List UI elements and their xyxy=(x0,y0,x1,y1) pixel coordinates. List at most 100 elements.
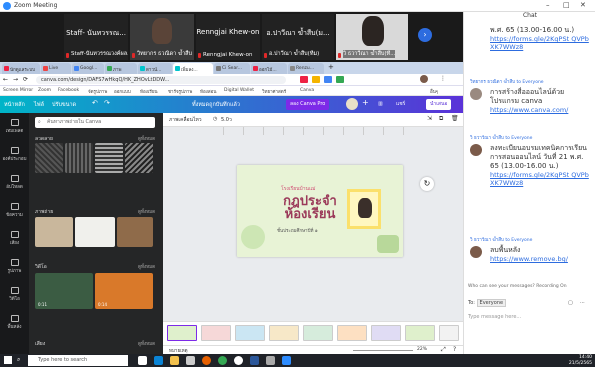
extension-icon[interactable] xyxy=(336,76,344,83)
store-icon[interactable] xyxy=(186,356,195,365)
zoom-level[interactable]: 22% xyxy=(417,347,427,352)
sidebar-item-videos[interactable]: วิดีโอ xyxy=(0,287,29,302)
add-icon[interactable]: + xyxy=(362,98,369,107)
browser-tab[interactable]: Ci Sear... xyxy=(214,63,250,74)
zoom-slider[interactable] xyxy=(353,350,413,351)
animate-button[interactable]: ภาพเคลื่อนไหว xyxy=(169,116,202,124)
page-thumbnail[interactable] xyxy=(167,325,197,341)
profile-avatar[interactable] xyxy=(420,75,428,83)
page-thumbnail[interactable] xyxy=(303,325,333,341)
bookmark[interactable]: ชาร์จรูปภาพ xyxy=(168,88,192,95)
bookmark[interactable]: Facebook xyxy=(58,88,79,93)
file-explorer-icon[interactable] xyxy=(170,356,179,365)
page-thumbnail[interactable] xyxy=(439,325,459,341)
sidebar-item-text[interactable]: ข้อความ xyxy=(0,203,29,218)
refresh-icon[interactable]: ↻ xyxy=(420,177,434,191)
bookmark[interactable]: อื่นๆ xyxy=(430,88,438,95)
pattern-thumbnail[interactable] xyxy=(95,143,123,173)
slide-subtitle[interactable]: โรงเรียนบ้านแม่ xyxy=(281,185,315,193)
more-icon[interactable]: ⋯ xyxy=(580,300,585,306)
clock[interactable]: 14:40 21/5/2565 xyxy=(569,355,592,366)
bookmark[interactable]: วิทยาศาสตร์ xyxy=(262,88,286,95)
search-icon[interactable]: ⌕ xyxy=(17,356,20,364)
browser-tab-active[interactable]: เพิ่มลง... xyxy=(173,63,213,74)
home-link[interactable]: หน้าหลัก xyxy=(4,101,25,109)
bookmark[interactable]: Zoom xyxy=(38,88,51,93)
task-view-icon[interactable] xyxy=(138,356,147,365)
redo-icon[interactable]: ↷ xyxy=(104,99,110,107)
bookmark[interactable]: Screen Mirror xyxy=(3,88,33,93)
chrome-icon[interactable] xyxy=(218,356,227,365)
notes-button[interactable]: หมายเหตุ xyxy=(169,347,188,354)
panel-search-input[interactable]: ค้นหาภาพถ่ายใน Canva xyxy=(35,117,155,128)
app-icon[interactable] xyxy=(266,356,275,365)
duration-value[interactable]: 5.0ว xyxy=(221,116,232,124)
new-tab-icon[interactable]: + xyxy=(328,63,334,71)
slide-footer-text[interactable]: ชั้นประถมศึกษาปีที่ ๑ xyxy=(277,227,318,234)
extension-icon[interactable] xyxy=(324,76,332,83)
bookmark[interactable]: Canva xyxy=(300,88,314,93)
minimize-icon[interactable]: – xyxy=(546,1,550,9)
video-tile[interactable]: Renngjai Khew-on Renngjai Khew-on xyxy=(196,14,260,60)
photo-thumbnail[interactable] xyxy=(35,217,73,247)
photo-thumbnail[interactable] xyxy=(117,217,153,247)
page-thumbnail[interactable] xyxy=(405,325,435,341)
see-all-link[interactable]: ดูทั้งหมด xyxy=(138,340,155,347)
sidebar-item-photos[interactable]: รูปภาพ xyxy=(0,259,29,274)
page-thumbnail[interactable] xyxy=(201,325,231,341)
privacy-notice[interactable]: Who can see your messages? Recording On xyxy=(468,284,567,289)
timer-icon[interactable]: ◷ xyxy=(213,116,217,122)
browser-tab[interactable]: Live xyxy=(41,63,71,74)
message-link[interactable]: https://www.remove.bg/ xyxy=(490,255,590,263)
help-icon[interactable]: ? xyxy=(453,346,456,353)
resize-menu[interactable]: ปรับขนาด xyxy=(52,101,76,109)
file-icon[interactable]: ▢ xyxy=(568,300,573,306)
browser-tab[interactable]: ออกไม้... xyxy=(251,63,287,74)
message-link[interactable]: https://forms.gle/2KgPSt QVPbXK7WWz8 xyxy=(490,171,590,187)
menu-icon[interactable]: ⋮ xyxy=(440,75,446,82)
sidebar-item-uploads[interactable]: อัปโหลด xyxy=(0,175,29,190)
pattern-thumbnail[interactable] xyxy=(65,143,93,173)
lock-icon[interactable]: ⇲ xyxy=(427,115,432,122)
browser-tab[interactable]: Renzu... xyxy=(288,63,324,74)
extension-icon[interactable] xyxy=(300,76,308,83)
browser-tab[interactable]: นักดูแลระบบ xyxy=(2,63,40,74)
see-all-link[interactable]: ดูทั้งหมด xyxy=(138,208,155,215)
bookmark[interactable]: ห้องสอน xyxy=(200,88,216,95)
video-tile[interactable]: อ.ปาวีณา ฆ้ำสืบ(ม... อ.ปาวีณา ฆ้ำสืบ(ทีม… xyxy=(262,14,334,60)
chat-message-input[interactable]: Type message here... xyxy=(468,314,592,344)
page-thumbnail[interactable] xyxy=(235,325,265,341)
bookmark[interactable]: จัดรูปภาพ xyxy=(88,88,107,95)
page-thumbnail[interactable] xyxy=(371,325,401,341)
reload-icon[interactable]: ⟳ xyxy=(23,76,28,83)
see-all-link[interactable]: ดูทั้งหมด xyxy=(138,135,155,142)
photo-thumbnail[interactable] xyxy=(75,217,115,247)
slide-photo[interactable] xyxy=(347,189,381,229)
pattern-thumbnail[interactable] xyxy=(125,143,153,173)
page-thumbnail[interactable] xyxy=(337,325,367,341)
share-button[interactable]: แชร์ xyxy=(392,99,409,110)
message-link[interactable]: https://www.canva.com/ xyxy=(490,106,590,114)
windows-start-icon[interactable] xyxy=(4,356,12,364)
video-tile[interactable]: วิทยากร ธวณิดา ฆ้ำสืบ xyxy=(130,14,194,60)
try-pro-button[interactable]: ลอง Canva Pro xyxy=(286,99,330,110)
browser-tab[interactable]: ดาวน์... xyxy=(138,63,172,74)
browser-tab[interactable]: ภาพ xyxy=(105,63,137,74)
app-icon[interactable] xyxy=(234,356,243,365)
design-slide[interactable]: โรงเรียนบ้านแม่ กฎประจำ ห้องเรียน ชั้นประ… xyxy=(237,165,403,257)
sidebar-item-audio[interactable]: เสียง xyxy=(0,231,29,246)
url-field[interactable]: canva.com/design/DAFS7wHkqQ/HK_ZHOvLtDDW… xyxy=(36,76,286,84)
message-link[interactable]: https://forms.gle/2KgPSt QVPbXK7WWz8 xyxy=(490,35,590,51)
edge-icon[interactable] xyxy=(154,356,163,365)
firefox-icon[interactable] xyxy=(202,356,211,365)
browser-tab[interactable]: Googl... xyxy=(72,63,104,74)
duplicate-icon[interactable]: ⧉ xyxy=(439,115,443,123)
fullscreen-icon[interactable]: ⤢ xyxy=(441,346,446,354)
undo-icon[interactable]: ↶ xyxy=(92,99,98,107)
bookmark[interactable]: Digital Wallet xyxy=(224,88,254,93)
recipient-select[interactable]: Everyone xyxy=(476,299,507,307)
analytics-icon[interactable]: ▥ xyxy=(374,99,387,110)
sidebar-item-elements[interactable]: องค์ประกอบ xyxy=(0,147,29,162)
extension-icon[interactable] xyxy=(312,76,320,83)
maximize-icon[interactable]: □ xyxy=(563,1,570,9)
